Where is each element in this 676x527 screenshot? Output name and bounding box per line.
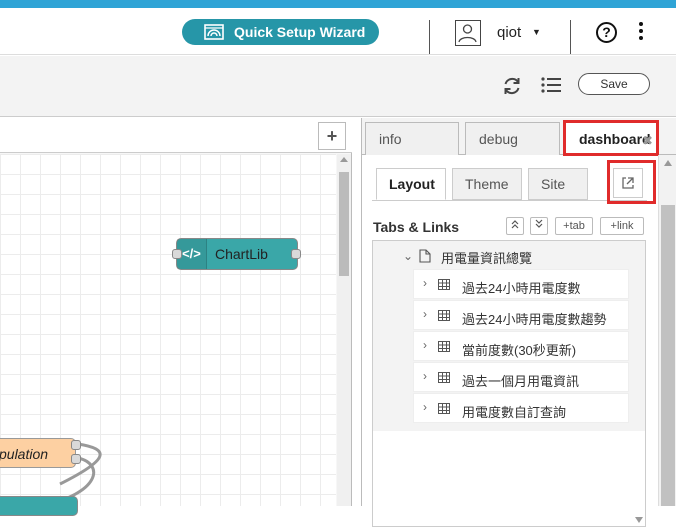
tab-label: debug [479, 131, 518, 147]
tree-group-item[interactable]: › 當前度數(30秒更新) [413, 331, 629, 361]
node-output-port[interactable] [291, 249, 301, 259]
group-label: 過去24小時用電度數趨勢 [462, 312, 607, 327]
scrollbar-thumb[interactable] [661, 205, 675, 506]
node-chartlib[interactable]: </> ChartLib [176, 238, 298, 270]
app-header: Quick Setup Wizard qiot ▼ ? [0, 8, 676, 55]
list-view-icon[interactable] [541, 76, 561, 94]
scroll-up-arrow-icon[interactable] [664, 160, 672, 166]
save-button[interactable]: Save [578, 73, 650, 95]
group-label: 當前度數(30秒更新) [462, 343, 577, 358]
node-manipulation[interactable]: pulation [0, 438, 76, 468]
flow-canvas-area: + </> ChartLib pulation [0, 118, 352, 516]
subtab-label: Layout [389, 176, 435, 192]
chevron-right-icon[interactable]: › [423, 400, 427, 414]
header-divider [570, 20, 571, 54]
subtab-label: Theme [465, 176, 509, 192]
node-label: ChartLib [215, 246, 268, 262]
canvas-scrollbar[interactable] [337, 154, 351, 506]
user-menu-caret-icon[interactable]: ▼ [532, 27, 541, 37]
node-output-port[interactable] [71, 454, 81, 464]
wizard-label: Quick Setup Wizard [234, 24, 366, 40]
sidebar: info debug dashboard ✖ Layout Theme Site [361, 118, 676, 527]
tab-info[interactable]: info [365, 122, 459, 155]
scrollbar-thumb[interactable] [339, 172, 349, 276]
table-icon [438, 279, 450, 290]
tab-label: info [379, 131, 402, 147]
add-link-button[interactable]: +link [600, 217, 644, 235]
table-icon [438, 341, 450, 352]
node-input-port[interactable] [172, 249, 182, 259]
toolbar: Save [0, 56, 676, 117]
tree-group-item[interactable]: › 過去一個月用電資訊 [413, 362, 629, 392]
tree-group-item[interactable]: › 過去24小時用電度數趨勢 [413, 300, 629, 330]
scroll-up-arrow-icon[interactable] [340, 157, 348, 162]
header-divider [429, 20, 430, 54]
subtab-theme[interactable]: Theme [452, 168, 522, 200]
chevron-right-icon[interactable]: › [423, 369, 427, 383]
table-icon [438, 372, 450, 383]
node-label: pulation [0, 446, 49, 462]
tree-group-item[interactable]: › 過去24小時用電度數 [413, 269, 629, 299]
flow-canvas-grid[interactable]: </> ChartLib pulation [0, 154, 336, 516]
help-icon[interactable]: ? [596, 22, 617, 43]
refresh-icon[interactable] [502, 76, 522, 96]
flow-tab-bar: + [0, 118, 352, 153]
quick-setup-wizard-button[interactable]: Quick Setup Wizard [182, 19, 379, 45]
user-name[interactable]: qiot [497, 24, 521, 41]
table-icon [438, 310, 450, 321]
double-chevron-down-icon [535, 219, 543, 228]
subtab-site[interactable]: Site [528, 168, 588, 200]
top-accent-stripe [0, 0, 676, 8]
double-chevron-up-icon [511, 220, 519, 229]
sidebar-scrollbar[interactable] [659, 155, 676, 506]
tree-group-item[interactable]: › 用電度數自訂查詢 [413, 393, 629, 423]
highlight-box [563, 120, 659, 156]
subtab-layout[interactable]: Layout [376, 168, 446, 200]
wizard-icon [204, 24, 224, 40]
more-options-icon[interactable] [638, 22, 644, 42]
chevron-right-icon[interactable]: › [423, 338, 427, 352]
user-avatar-icon[interactable] [455, 20, 481, 46]
section-title: Tabs & Links [373, 219, 460, 235]
highlight-box [607, 160, 656, 204]
group-label: 過去一個月用電資訊 [462, 374, 580, 389]
tree-tab-label: 用電量資訊總覽 [441, 251, 533, 266]
resize-down-arrow-icon[interactable] [635, 517, 643, 523]
expand-all-button[interactable] [530, 217, 548, 235]
sidebar-tab-bar: info debug dashboard ✖ [362, 118, 676, 156]
tabs-links-tree: ⌄ 用電量資訊總覽 › 過去24小時用電度數 › 過去24小時用電度數趨勢 › [372, 240, 646, 527]
add-flow-button[interactable]: + [318, 122, 346, 150]
chevron-down-icon[interactable]: ⌄ [403, 249, 413, 263]
group-label: 用電度數自訂查詢 [462, 405, 567, 420]
node-output-port[interactable] [71, 440, 81, 450]
add-tab-button[interactable]: +tab [555, 217, 593, 235]
group-label: 過去24小時用電度數 [462, 281, 581, 296]
tree-tab-node[interactable]: ⌄ 用電量資訊總覽 › 過去24小時用電度數 › 過去24小時用電度數趨勢 › [373, 241, 645, 431]
chevron-right-icon[interactable]: › [423, 307, 427, 321]
subtab-divider [372, 200, 647, 201]
table-icon [438, 403, 450, 414]
node-partial[interactable] [0, 496, 78, 516]
file-icon [419, 249, 431, 263]
chevron-right-icon[interactable]: › [423, 276, 427, 290]
collapse-all-button[interactable] [506, 217, 524, 235]
dashboard-panel: Layout Theme Site Tabs & Links +tab +lin… [362, 155, 659, 527]
person-icon [458, 24, 477, 43]
subtab-label: Site [541, 176, 566, 192]
tab-debug[interactable]: debug [465, 122, 560, 155]
